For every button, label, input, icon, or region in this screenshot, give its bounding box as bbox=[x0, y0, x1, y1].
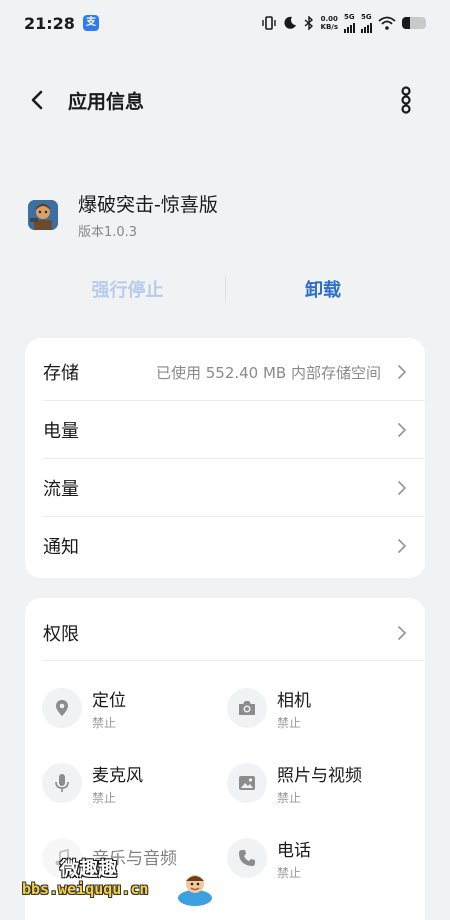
watermark-url: bbs.weiququ.cn bbox=[22, 880, 149, 898]
app-badge-icon: 支 bbox=[82, 15, 99, 31]
force-stop-button[interactable]: 强行停止 bbox=[30, 276, 225, 302]
settings-item-label: 流量 bbox=[43, 479, 79, 500]
settings-item-battery[interactable]: 电量 bbox=[25, 401, 425, 459]
permission-name: 照片与视频 bbox=[277, 765, 362, 786]
settings-item-label: 电量 bbox=[43, 421, 79, 442]
permission-name: 定位 bbox=[92, 690, 126, 711]
divider bbox=[43, 660, 425, 661]
chevron-right-icon bbox=[398, 481, 406, 495]
app-version: 版本1.0.3 bbox=[78, 225, 138, 240]
camera-icon bbox=[227, 688, 267, 728]
status-time: 21:28 bbox=[24, 13, 75, 33]
chevron-left-icon[interactable] bbox=[26, 88, 50, 112]
location-icon bbox=[42, 688, 82, 728]
storage-usage-value: 已使用 552.40 MB 内部存储空间 bbox=[155, 363, 381, 382]
permission-status: 禁止 bbox=[277, 790, 302, 805]
battery-icon bbox=[402, 17, 426, 29]
bluetooth-icon bbox=[304, 16, 313, 30]
signal-icon: 5G bbox=[361, 13, 372, 33]
permission-name: 电话 bbox=[277, 840, 311, 861]
permission-location[interactable]: 定位 禁止 bbox=[42, 678, 222, 738]
uninstall-button[interactable]: 卸载 bbox=[226, 276, 420, 302]
watermark-title: 微趣趣 bbox=[60, 858, 118, 880]
app-icon bbox=[28, 200, 58, 230]
chevron-right-icon bbox=[398, 423, 406, 437]
image-icon bbox=[227, 763, 267, 803]
permission-microphone[interactable]: 麦克风 禁止 bbox=[42, 753, 222, 813]
signal-sim2: 5G bbox=[361, 13, 372, 33]
permissions-header[interactable]: 权限 bbox=[25, 604, 425, 662]
watermark: 微趣趣 bbs.weiququ.cn bbox=[20, 850, 220, 910]
permission-name: 麦克风 bbox=[92, 765, 143, 786]
permission-name: 相机 bbox=[277, 690, 311, 711]
moon-icon bbox=[283, 16, 296, 29]
chevron-right-icon bbox=[398, 539, 406, 553]
permission-status: 禁止 bbox=[92, 715, 117, 730]
settings-card: 存储 已使用 552.40 MB 内部存储空间 电量 流量 通知 bbox=[25, 338, 425, 578]
page-title: 应用信息 bbox=[68, 91, 145, 113]
permissions-title: 权限 bbox=[43, 624, 79, 645]
vibrate-icon bbox=[261, 16, 276, 30]
more-vertical-icon[interactable] bbox=[395, 86, 417, 114]
permission-status: 禁止 bbox=[277, 715, 302, 730]
permission-status: 禁止 bbox=[92, 790, 117, 805]
net-speed: 0.00 KB/s bbox=[320, 15, 338, 31]
permission-photos-videos[interactable]: 照片与视频 禁止 bbox=[227, 753, 407, 813]
mascot-icon bbox=[178, 875, 212, 906]
permission-status: 禁止 bbox=[277, 865, 302, 880]
settings-item-label: 存储 bbox=[43, 363, 79, 384]
signal-sim1: 5G bbox=[344, 13, 355, 33]
settings-item-notifications[interactable]: 通知 bbox=[25, 517, 425, 575]
phone-icon bbox=[227, 838, 267, 878]
permission-phone[interactable]: 电话 禁止 bbox=[227, 828, 407, 888]
chevron-right-icon bbox=[398, 626, 406, 640]
settings-item-storage[interactable]: 存储 已使用 552.40 MB 内部存储空间 bbox=[25, 343, 425, 401]
chevron-right-icon bbox=[398, 365, 406, 379]
app-name: 爆破突击-惊喜版 bbox=[78, 194, 218, 216]
app-header: 应用信息 bbox=[0, 80, 450, 120]
app-info: 爆破突击-惊喜版 版本1.0.3 bbox=[28, 190, 218, 240]
settings-item-data-usage[interactable]: 流量 bbox=[25, 459, 425, 517]
wifi-icon bbox=[378, 16, 396, 30]
settings-item-label: 通知 bbox=[43, 537, 79, 558]
permission-camera[interactable]: 相机 禁止 bbox=[227, 678, 407, 738]
signal-icon: 5G bbox=[344, 13, 355, 33]
microphone-icon bbox=[42, 763, 82, 803]
status-bar: 21:28 支 0.00 KB/s 5G 5G bbox=[0, 0, 450, 46]
app-actions: 强行停止 卸载 bbox=[30, 270, 420, 308]
